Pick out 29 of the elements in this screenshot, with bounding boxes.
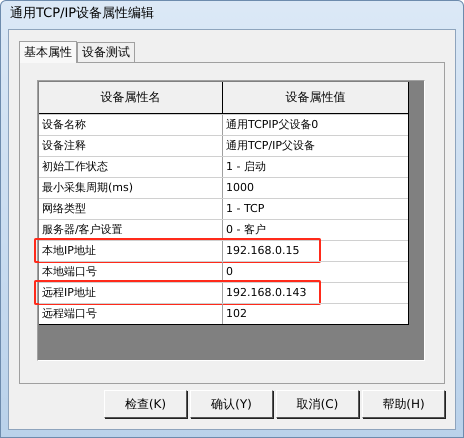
table-cell: 最小采集周期(ms) bbox=[39, 178, 223, 198]
table-cell: 远程IP地址 bbox=[39, 283, 223, 303]
dialog-button[interactable]: 检查(K) bbox=[104, 390, 187, 418]
column-header: 设备属性值 bbox=[223, 82, 408, 114]
table-cell: 本地端口号 bbox=[39, 262, 223, 282]
table-cell-text: 通用TCP/IP父设备 bbox=[225, 138, 316, 154]
table-cell-text: 0 - 客户 bbox=[225, 222, 267, 238]
table-cell-text: 1 - 启动 bbox=[225, 159, 267, 175]
table-cell: 本地IP地址 bbox=[39, 241, 223, 261]
dialog-button[interactable]: 取消(C) bbox=[276, 390, 359, 418]
table-cell-text: 1000 bbox=[225, 180, 255, 196]
tab[interactable]: 基本属性 bbox=[19, 41, 77, 63]
table-cell: 远程端口号 bbox=[39, 304, 223, 324]
table-cell-text: 192.168.0.143 bbox=[225, 285, 308, 301]
table-cell-text: 0 bbox=[225, 264, 234, 280]
table-cell-text: 192.168.0.15 bbox=[225, 243, 300, 259]
table-cell-text: 1 - TCP bbox=[225, 201, 266, 217]
table-cell: 初始工作状态 bbox=[39, 157, 223, 177]
tab[interactable]: 设备测试 bbox=[77, 42, 135, 62]
column-header: 设备属性名 bbox=[39, 82, 223, 114]
table-cell-text: 102 bbox=[225, 306, 248, 322]
table-cell: 网络类型 bbox=[39, 199, 223, 219]
table-cell: 设备注释 bbox=[39, 136, 223, 156]
window-title: 通用TCP/IP设备属性编辑 bbox=[9, 5, 156, 23]
dialog-button[interactable]: 帮助(H) bbox=[362, 390, 445, 418]
table-cell: 设备名称 bbox=[39, 115, 223, 135]
table-cell: 服务器/客户设置 bbox=[39, 220, 223, 240]
table-cell-text: 通用TCPIP父设备0 bbox=[225, 117, 320, 133]
dialog-button[interactable]: 确认(Y) bbox=[190, 390, 273, 418]
